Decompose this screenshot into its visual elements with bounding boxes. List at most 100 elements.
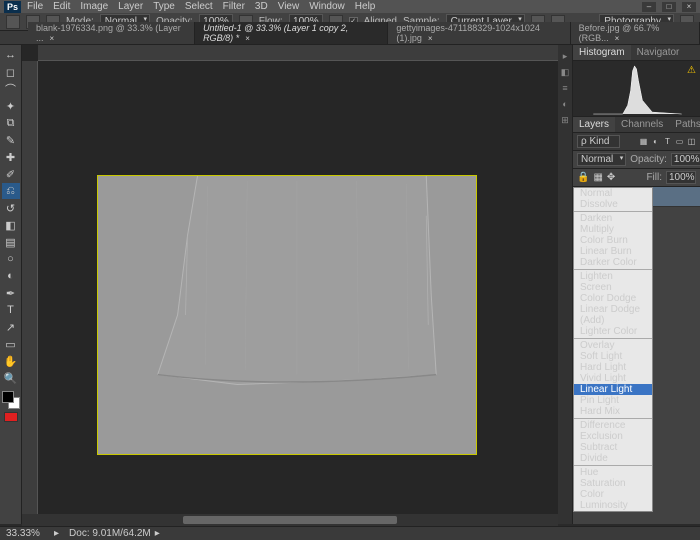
- tab-channels[interactable]: Channels: [615, 117, 669, 132]
- layer-opacity-input[interactable]: 100%: [671, 153, 700, 166]
- filter-smart-icon[interactable]: ◫: [687, 137, 696, 146]
- blur-tool[interactable]: ○: [2, 251, 20, 267]
- window-maximize[interactable]: □: [662, 2, 676, 12]
- document-tab[interactable]: gettyimages-471188329-1024x1024 (1).jpg×: [388, 22, 570, 44]
- tab-layers[interactable]: Layers: [573, 117, 615, 132]
- warning-icon[interactable]: ⚠: [687, 65, 696, 76]
- blend-mode-item[interactable]: Hue: [574, 467, 652, 478]
- filter-type-icon[interactable]: T: [663, 137, 672, 146]
- horizontal-scrollbar[interactable]: [22, 514, 558, 526]
- blend-mode-item[interactable]: Normal: [574, 188, 652, 199]
- window-close[interactable]: ×: [682, 2, 696, 12]
- blend-mode-item[interactable]: Color: [574, 489, 652, 500]
- blend-mode-item[interactable]: Hard Mix: [574, 406, 652, 417]
- blend-mode-item[interactable]: Lighten: [574, 271, 652, 282]
- blend-mode-item[interactable]: Dissolve: [574, 199, 652, 210]
- canvas-area[interactable]: [22, 45, 558, 524]
- document-tab[interactable]: Before.jpg @ 66.7% (RGB...×: [571, 22, 700, 44]
- hand-tool[interactable]: ✋: [2, 353, 20, 369]
- fg-color-swatch[interactable]: [2, 391, 14, 403]
- lock-icon[interactable]: 🔒: [577, 172, 589, 183]
- blend-mode-item[interactable]: Multiply: [574, 224, 652, 235]
- menu-edit[interactable]: Edit: [53, 1, 70, 12]
- blend-mode-item[interactable]: Darker Color: [574, 257, 652, 268]
- dock-panel-icon-3[interactable]: ◐: [560, 99, 570, 109]
- window-minimize[interactable]: –: [642, 2, 656, 12]
- blend-mode-item[interactable]: Pin Light: [574, 395, 652, 406]
- menu-image[interactable]: Image: [80, 1, 108, 12]
- dodge-tool[interactable]: ◐: [2, 268, 20, 284]
- blend-mode-item[interactable]: Linear Light: [574, 384, 652, 395]
- ruler-vertical[interactable]: [22, 61, 38, 524]
- blend-mode-item[interactable]: Color Dodge: [574, 293, 652, 304]
- history-brush-tool[interactable]: ↺: [2, 200, 20, 216]
- zoom-tool[interactable]: 🔍: [2, 370, 20, 386]
- heal-tool[interactable]: ✚: [2, 149, 20, 165]
- doc-info-arrow-icon[interactable]: ▸: [155, 528, 160, 539]
- close-tab-icon[interactable]: ×: [428, 34, 433, 43]
- blend-mode-item[interactable]: Difference: [574, 420, 652, 431]
- menu-type[interactable]: Type: [153, 1, 175, 12]
- path-tool[interactable]: ↗: [2, 319, 20, 335]
- brush-tool[interactable]: ✐: [2, 166, 20, 182]
- lasso-tool[interactable]: ⌒: [2, 81, 20, 97]
- crop-tool[interactable]: ⧉: [2, 115, 20, 131]
- doc-info[interactable]: Doc: 9.01M/64.2M: [69, 528, 151, 539]
- filter-adj-icon[interactable]: ◐: [651, 137, 660, 146]
- menu-filter[interactable]: Filter: [223, 1, 245, 12]
- dock-panel-icon-2[interactable]: ≡: [560, 83, 570, 93]
- filter-shape-icon[interactable]: ▭: [675, 137, 684, 146]
- zoom-level[interactable]: 33.33%: [6, 528, 54, 539]
- quick-mask-icon[interactable]: [4, 412, 18, 422]
- fill-input[interactable]: 100%: [666, 171, 696, 184]
- blend-mode-item[interactable]: Darken: [574, 213, 652, 224]
- filter-pixel-icon[interactable]: ▦: [639, 137, 648, 146]
- shape-tool[interactable]: ▭: [2, 336, 20, 352]
- tool-preset-icon[interactable]: [6, 15, 20, 29]
- menu-3d[interactable]: 3D: [255, 1, 268, 12]
- blend-mode-item[interactable]: Screen: [574, 282, 652, 293]
- close-tab-icon[interactable]: ×: [245, 34, 250, 43]
- blend-mode-item[interactable]: Vivid Light: [574, 373, 652, 384]
- pen-tool[interactable]: ✒: [2, 285, 20, 301]
- blend-mode-item[interactable]: Saturation: [574, 478, 652, 489]
- blend-mode-item[interactable]: Luminosity: [574, 500, 652, 511]
- close-tab-icon[interactable]: ×: [50, 34, 55, 43]
- menu-layer[interactable]: Layer: [118, 1, 143, 12]
- blend-mode-dropdown[interactable]: Normal: [577, 153, 626, 166]
- ruler-horizontal[interactable]: [38, 45, 558, 61]
- layer-kind-dropdown[interactable]: ρ Kind: [577, 135, 620, 148]
- blend-mode-item[interactable]: Linear Burn: [574, 246, 652, 257]
- dock-panel-icon-4[interactable]: ⊞: [560, 115, 570, 125]
- dock-expand-icon[interactable]: ▸: [560, 51, 570, 61]
- tab-histogram[interactable]: Histogram: [573, 45, 631, 60]
- document-tab[interactable]: blank-1976334.png @ 33.3% (Layer ...×: [28, 22, 195, 44]
- lock-position-icon[interactable]: ✥: [607, 172, 615, 183]
- close-tab-icon[interactable]: ×: [615, 34, 620, 43]
- blend-mode-item[interactable]: Soft Light: [574, 351, 652, 362]
- menu-window[interactable]: Window: [309, 1, 345, 12]
- zoom-arrow-icon[interactable]: ▸: [54, 528, 59, 539]
- tab-navigator[interactable]: Navigator: [631, 45, 686, 60]
- blend-mode-item[interactable]: Color Burn: [574, 235, 652, 246]
- color-swatch[interactable]: [2, 391, 20, 409]
- menu-select[interactable]: Select: [185, 1, 213, 12]
- tab-paths[interactable]: Paths: [669, 117, 700, 132]
- lock-pixels-icon[interactable]: ▦: [593, 172, 602, 183]
- blend-mode-item[interactable]: Lighter Color: [574, 326, 652, 337]
- document-canvas[interactable]: [97, 175, 477, 455]
- menu-help[interactable]: Help: [355, 1, 376, 12]
- stamp-tool[interactable]: ⎌: [2, 183, 20, 199]
- blend-mode-item[interactable]: Overlay: [574, 340, 652, 351]
- blend-mode-item[interactable]: Linear Dodge (Add): [574, 304, 652, 326]
- blend-mode-item[interactable]: Subtract: [574, 442, 652, 453]
- menu-view[interactable]: View: [278, 1, 300, 12]
- type-tool[interactable]: T: [2, 302, 20, 318]
- scrollbar-thumb[interactable]: [183, 516, 397, 524]
- eraser-tool[interactable]: ◧: [2, 217, 20, 233]
- blend-mode-item[interactable]: Hard Light: [574, 362, 652, 373]
- eyedropper-tool[interactable]: ✎: [2, 132, 20, 148]
- document-tab[interactable]: Untitled-1 @ 33.3% (Layer 1 copy 2, RGB/…: [195, 22, 388, 44]
- blend-mode-item[interactable]: Divide: [574, 453, 652, 464]
- menu-file[interactable]: File: [27, 1, 43, 12]
